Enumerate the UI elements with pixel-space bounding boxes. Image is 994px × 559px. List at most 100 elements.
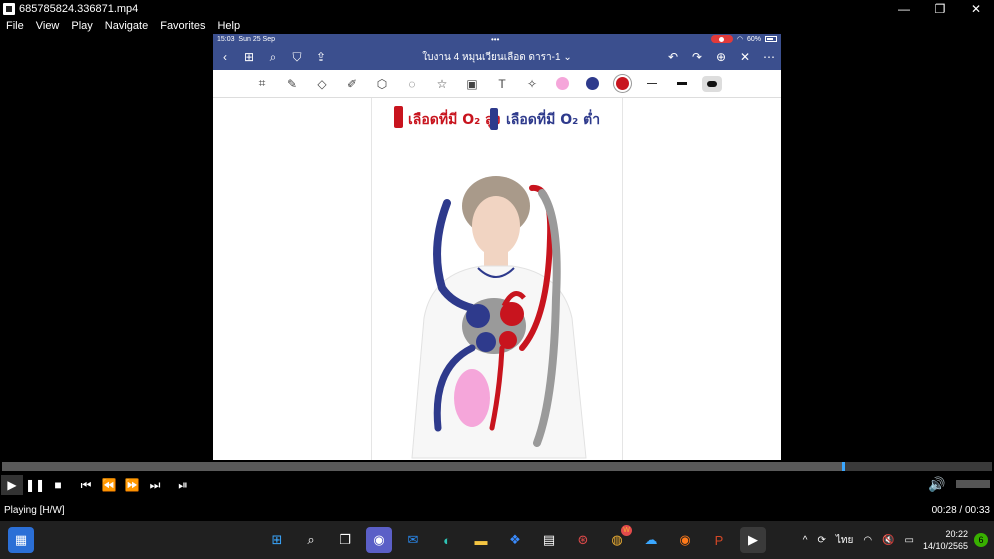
color-red-swatch[interactable] bbox=[607, 73, 637, 95]
ipad-battery-text: 60% bbox=[746, 35, 761, 43]
download-icon[interactable]: ⊛ bbox=[570, 527, 596, 553]
highlighter-icon[interactable]: ✐ bbox=[337, 73, 367, 95]
video-area[interactable]: 15:03 Sun 25 Sep ••• ◠ 60% ใบงาน 4 หมุนเ… bbox=[0, 34, 994, 460]
chrome-icon[interactable]: ◍ W bbox=[604, 525, 632, 553]
chat-icon[interactable]: ◉ bbox=[366, 527, 392, 553]
text-icon[interactable]: T bbox=[487, 73, 517, 95]
color-navy-swatch[interactable] bbox=[577, 73, 607, 95]
menu-play[interactable]: Play bbox=[65, 20, 98, 32]
note-canvas[interactable]: เลือดที่มี O₂ สูง เลือดที่มี O₂ ต่ำ bbox=[213, 98, 781, 460]
previous-icon[interactable]: ⏮ bbox=[75, 475, 97, 495]
pen-icon[interactable]: ✎ bbox=[277, 73, 307, 95]
eraser-icon[interactable]: ◇ bbox=[307, 73, 337, 95]
notification-badge[interactable]: 6 bbox=[974, 533, 988, 547]
undo-icon[interactable]: ↶ bbox=[661, 50, 685, 64]
notes-nav-bar: ใบงาน 4 หมุนเวียนเลือด ดารา-1 ⌄ ‹ ⊞ ⌕ ⛉ … bbox=[213, 44, 781, 70]
legend-high-label: เลือดที่มี O₂ สูง bbox=[408, 109, 501, 128]
mute-icon[interactable]: 🔇 bbox=[882, 535, 894, 546]
tray-chevron-icon[interactable]: ^ bbox=[803, 535, 808, 546]
close-icon[interactable]: ✕ bbox=[733, 50, 757, 64]
ipad-date: Sun 25 Sep bbox=[238, 35, 276, 43]
windows-taskbar: ▦ ⊞ ⌕ ❐ ◉ ✉ ◐ ▬ ❖ ▤ ⊛ ◍ W ☁ ◉ P ▶ ^ ⟳ ไทย… bbox=[0, 521, 994, 559]
media-player-window: 685785824.336871.mp4 — ❐ ✕ File View Pla… bbox=[0, 0, 994, 559]
menu-file[interactable]: File bbox=[0, 20, 30, 32]
add-page-icon[interactable]: ⊕ bbox=[709, 50, 733, 64]
firefox-icon[interactable]: ◉ bbox=[672, 527, 698, 553]
organ-pink bbox=[454, 369, 490, 427]
start-icon[interactable]: ⊞ bbox=[264, 527, 290, 553]
widgets-icon[interactable]: ▦ bbox=[8, 527, 34, 553]
stop-icon[interactable]: ■ bbox=[47, 475, 69, 495]
cloud-icon[interactable]: ☁ bbox=[638, 527, 664, 553]
restore-button[interactable]: ❐ bbox=[922, 2, 958, 16]
sticker-icon[interactable]: ☆ bbox=[427, 73, 457, 95]
title-bar: 685785824.336871.mp4 — ❐ ✕ bbox=[0, 0, 994, 18]
wifi-tray-icon[interactable]: ◠ bbox=[863, 535, 872, 546]
battery-tray-icon[interactable]: ▭ bbox=[905, 535, 914, 546]
sync-icon[interactable]: ⟳ bbox=[817, 535, 825, 546]
volume-slider[interactable] bbox=[956, 480, 990, 488]
lasso-zoom-icon[interactable]: ⌗ bbox=[247, 73, 277, 95]
stroke-thin[interactable] bbox=[637, 73, 667, 95]
edge-icon[interactable]: ◐ bbox=[434, 527, 460, 553]
back-chevron-icon[interactable]: ‹ bbox=[213, 50, 237, 64]
stroke-thick[interactable] bbox=[697, 73, 727, 95]
grid-icon[interactable]: ⊞ bbox=[237, 50, 261, 64]
worksheet-page: เลือดที่มี O₂ สูง เลือดที่มี O₂ ต่ำ bbox=[371, 98, 623, 460]
minimize-button[interactable]: — bbox=[886, 2, 922, 16]
lasso-icon[interactable]: ◌ bbox=[397, 73, 427, 95]
share-icon[interactable]: ⇪ bbox=[309, 50, 333, 64]
search-icon[interactable]: ⌕ bbox=[261, 50, 285, 65]
record-icon bbox=[710, 35, 733, 43]
rewind-icon[interactable]: ⏪ bbox=[98, 475, 120, 495]
fast-forward-icon[interactable]: ⏩ bbox=[121, 475, 143, 495]
menu-view[interactable]: View bbox=[30, 20, 66, 32]
next-icon[interactable]: ⏭ bbox=[144, 475, 166, 495]
drawing-toolbar: ⌗ ✎ ◇ ✐ ⬡ ◌ ☆ ▣ T ✧ bbox=[213, 70, 781, 98]
frame-step-icon[interactable]: ⏯ bbox=[172, 475, 194, 495]
playback-time: 00:28 / 00:33 bbox=[931, 504, 990, 516]
file-explorer-icon[interactable]: ▬ bbox=[468, 527, 494, 553]
image-icon[interactable]: ▣ bbox=[457, 73, 487, 95]
menu-favorites[interactable]: Favorites bbox=[154, 20, 211, 32]
seek-knob[interactable] bbox=[841, 462, 845, 471]
playback-state: Playing [H/W] bbox=[4, 504, 65, 516]
search-taskbar-icon[interactable]: ⌕ bbox=[298, 527, 324, 553]
seek-bar[interactable] bbox=[2, 462, 992, 471]
ipad-time: 15:03 bbox=[217, 35, 235, 43]
clock-date: 14/10/2565 bbox=[922, 541, 968, 551]
dropbox-icon[interactable]: ❖ bbox=[502, 527, 528, 553]
powerpoint-icon[interactable]: P bbox=[706, 527, 732, 553]
window-title: 685785824.336871.mp4 bbox=[19, 3, 139, 15]
player-status-bar: Playing [H/W] 00:28 / 00:33 bbox=[0, 500, 994, 520]
legend-low-label: เลือดที่มี O₂ ต่ำ bbox=[506, 109, 600, 128]
task-view-icon[interactable]: ❐ bbox=[332, 527, 358, 553]
clock[interactable]: 20:22 14/10/2565 bbox=[923, 528, 968, 552]
ipad-screen: 15:03 Sun 25 Sep ••• ◠ 60% ใบงาน 4 หมุนเ… bbox=[213, 34, 781, 460]
redo-icon[interactable]: ↷ bbox=[685, 50, 709, 64]
play-icon[interactable]: ▶ bbox=[1, 475, 23, 495]
notes-app-icon[interactable]: ▤ bbox=[536, 527, 562, 553]
media-player-icon[interactable]: ▶ bbox=[740, 527, 766, 553]
chrome-badge: W bbox=[621, 525, 632, 536]
pause-icon[interactable]: ❚❚ bbox=[24, 475, 46, 495]
playback-controls: ▶ ❚❚ ■ ⏮ ⏪ ⏩ ⏭ ⏯ bbox=[0, 474, 994, 496]
ipad-status-bar: 15:03 Sun 25 Sep ••• ◠ 60% bbox=[213, 34, 781, 44]
menu-navigate[interactable]: Navigate bbox=[99, 20, 154, 32]
person-face bbox=[472, 196, 520, 256]
wifi-icon: ◠ bbox=[736, 36, 743, 43]
seek-bar-fill bbox=[2, 462, 842, 471]
volume-icon[interactable]: 🔊 bbox=[926, 474, 948, 494]
close-button[interactable]: ✕ bbox=[958, 2, 994, 16]
more-icon[interactable]: ⋯ bbox=[757, 50, 781, 64]
bookmark-icon[interactable]: ⛉ bbox=[285, 50, 309, 65]
heart-right-atrium bbox=[466, 304, 490, 328]
language-indicator[interactable]: ไทย bbox=[836, 533, 853, 548]
menu-help[interactable]: Help bbox=[211, 20, 246, 32]
shapes-icon[interactable]: ⬡ bbox=[367, 73, 397, 95]
color-pink-swatch[interactable] bbox=[547, 73, 577, 95]
laser-pointer-icon[interactable]: ✧ bbox=[517, 73, 547, 95]
worksheet-drawing: เลือดที่มี O₂ สูง เลือดที่มี O₂ ต่ำ bbox=[394, 106, 600, 459]
stroke-medium[interactable] bbox=[667, 73, 697, 95]
mail-icon[interactable]: ✉ bbox=[400, 527, 426, 553]
